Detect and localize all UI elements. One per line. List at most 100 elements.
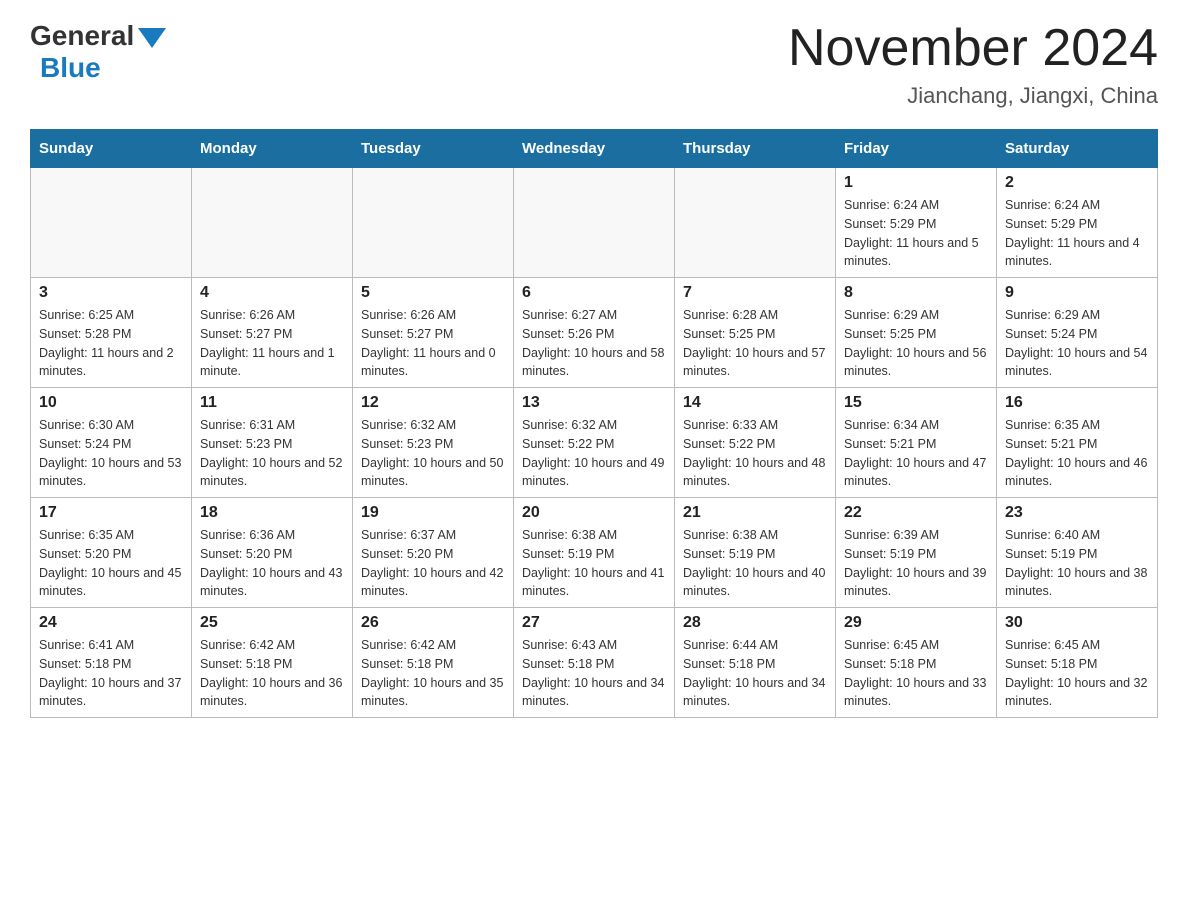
week-row-2: 3 Sunrise: 6:25 AMSunset: 5:28 PMDaylight… <box>31 278 1158 388</box>
day-detail: Sunrise: 6:28 AMSunset: 5:25 PMDaylight:… <box>683 306 827 381</box>
calendar-cell <box>31 168 192 278</box>
calendar-cell: 21 Sunrise: 6:38 AMSunset: 5:19 PMDayligh… <box>675 498 836 608</box>
day-detail: Sunrise: 6:45 AMSunset: 5:18 PMDaylight:… <box>844 636 988 711</box>
day-number: 7 <box>683 284 827 302</box>
col-sunday: Sunday <box>31 130 192 168</box>
day-number: 22 <box>844 504 988 522</box>
day-detail: Sunrise: 6:24 AMSunset: 5:29 PMDaylight:… <box>1005 196 1149 271</box>
calendar-cell: 13 Sunrise: 6:32 AMSunset: 5:22 PMDayligh… <box>514 388 675 498</box>
day-number: 19 <box>361 504 505 522</box>
day-detail: Sunrise: 6:44 AMSunset: 5:18 PMDaylight:… <box>683 636 827 711</box>
day-detail: Sunrise: 6:29 AMSunset: 5:24 PMDaylight:… <box>1005 306 1149 381</box>
day-detail: Sunrise: 6:41 AMSunset: 5:18 PMDaylight:… <box>39 636 183 711</box>
day-number: 21 <box>683 504 827 522</box>
day-number: 15 <box>844 394 988 412</box>
week-row-5: 24 Sunrise: 6:41 AMSunset: 5:18 PMDayligh… <box>31 608 1158 718</box>
day-detail: Sunrise: 6:27 AMSunset: 5:26 PMDaylight:… <box>522 306 666 381</box>
col-tuesday: Tuesday <box>353 130 514 168</box>
calendar-cell: 15 Sunrise: 6:34 AMSunset: 5:21 PMDayligh… <box>836 388 997 498</box>
calendar-cell <box>675 168 836 278</box>
day-number: 24 <box>39 614 183 632</box>
col-saturday: Saturday <box>997 130 1158 168</box>
day-number: 17 <box>39 504 183 522</box>
day-detail: Sunrise: 6:33 AMSunset: 5:22 PMDaylight:… <box>683 416 827 491</box>
calendar-cell: 4Sunrise: 6:26 AMSunset: 5:27 PMDaylight… <box>192 278 353 388</box>
day-number: 23 <box>1005 504 1149 522</box>
day-number: 8 <box>844 284 988 302</box>
calendar-cell <box>353 168 514 278</box>
day-detail: Sunrise: 6:24 AMSunset: 5:29 PMDaylight:… <box>844 196 988 271</box>
calendar-cell: 20Sunrise: 6:38 AMSunset: 5:19 PMDayligh… <box>514 498 675 608</box>
day-detail: Sunrise: 6:43 AMSunset: 5:18 PMDaylight:… <box>522 636 666 711</box>
day-detail: Sunrise: 6:45 AMSunset: 5:18 PMDaylight:… <box>1005 636 1149 711</box>
calendar-cell: 25 Sunrise: 6:42 AMSunset: 5:18 PMDayligh… <box>192 608 353 718</box>
day-number: 11 <box>200 394 344 412</box>
calendar-cell: 19 Sunrise: 6:37 AMSunset: 5:20 PMDayligh… <box>353 498 514 608</box>
day-number: 27 <box>522 614 666 632</box>
logo-general-text: General <box>30 20 134 52</box>
calendar-cell: 28 Sunrise: 6:44 AMSunset: 5:18 PMDayligh… <box>675 608 836 718</box>
calendar-cell: 16Sunrise: 6:35 AMSunset: 5:21 PMDayligh… <box>997 388 1158 498</box>
day-number: 9 <box>1005 284 1149 302</box>
day-detail: Sunrise: 6:32 AMSunset: 5:22 PMDaylight:… <box>522 416 666 491</box>
day-number: 13 <box>522 394 666 412</box>
calendar-cell: 9 Sunrise: 6:29 AMSunset: 5:24 PMDaylight… <box>997 278 1158 388</box>
calendar-cell: 7 Sunrise: 6:28 AMSunset: 5:25 PMDaylight… <box>675 278 836 388</box>
logo-blue-text: Blue <box>40 52 101 84</box>
calendar-table: Sunday Monday Tuesday Wednesday Thursday… <box>30 129 1158 718</box>
day-number: 2 <box>1005 174 1149 192</box>
calendar-cell: 12Sunrise: 6:32 AMSunset: 5:23 PMDayligh… <box>353 388 514 498</box>
col-thursday: Thursday <box>675 130 836 168</box>
day-number: 6 <box>522 284 666 302</box>
day-detail: Sunrise: 6:29 AMSunset: 5:25 PMDaylight:… <box>844 306 988 381</box>
logo-triangle-icon <box>138 28 166 48</box>
calendar-cell: 5 Sunrise: 6:26 AMSunset: 5:27 PMDaylight… <box>353 278 514 388</box>
calendar-header-row: Sunday Monday Tuesday Wednesday Thursday… <box>31 130 1158 168</box>
day-detail: Sunrise: 6:25 AMSunset: 5:28 PMDaylight:… <box>39 306 183 381</box>
col-wednesday: Wednesday <box>514 130 675 168</box>
day-detail: Sunrise: 6:37 AMSunset: 5:20 PMDaylight:… <box>361 526 505 601</box>
day-number: 29 <box>844 614 988 632</box>
calendar-cell: 26Sunrise: 6:42 AMSunset: 5:18 PMDayligh… <box>353 608 514 718</box>
calendar-cell: 23Sunrise: 6:40 AMSunset: 5:19 PMDayligh… <box>997 498 1158 608</box>
day-detail: Sunrise: 6:38 AMSunset: 5:19 PMDaylight:… <box>683 526 827 601</box>
day-number: 5 <box>361 284 505 302</box>
day-detail: Sunrise: 6:42 AMSunset: 5:18 PMDaylight:… <box>200 636 344 711</box>
calendar-cell: 8 Sunrise: 6:29 AMSunset: 5:25 PMDaylight… <box>836 278 997 388</box>
month-title: November 2024 <box>788 20 1158 77</box>
header: General Blue November 2024 Jianchang, Ji… <box>30 20 1158 109</box>
day-detail: Sunrise: 6:30 AMSunset: 5:24 PMDaylight:… <box>39 416 183 491</box>
calendar-cell: 11 Sunrise: 6:31 AMSunset: 5:23 PMDayligh… <box>192 388 353 498</box>
day-detail: Sunrise: 6:35 AMSunset: 5:21 PMDaylight:… <box>1005 416 1149 491</box>
day-number: 28 <box>683 614 827 632</box>
calendar-cell: 10 Sunrise: 6:30 AMSunset: 5:24 PMDayligh… <box>31 388 192 498</box>
calendar-cell <box>192 168 353 278</box>
day-detail: Sunrise: 6:26 AMSunset: 5:27 PMDaylight:… <box>361 306 505 381</box>
calendar-cell: 30Sunrise: 6:45 AMSunset: 5:18 PMDayligh… <box>997 608 1158 718</box>
day-number: 10 <box>39 394 183 412</box>
day-detail: Sunrise: 6:26 AMSunset: 5:27 PMDaylight:… <box>200 306 344 381</box>
week-row-3: 10 Sunrise: 6:30 AMSunset: 5:24 PMDayligh… <box>31 388 1158 498</box>
calendar-cell: 24 Sunrise: 6:41 AMSunset: 5:18 PMDayligh… <box>31 608 192 718</box>
day-number: 12 <box>361 394 505 412</box>
calendar-cell: 29 Sunrise: 6:45 AMSunset: 5:18 PMDayligh… <box>836 608 997 718</box>
day-detail: Sunrise: 6:35 AMSunset: 5:20 PMDaylight:… <box>39 526 183 601</box>
calendar-cell: 1Sunrise: 6:24 AMSunset: 5:29 PMDaylight… <box>836 168 997 278</box>
day-detail: Sunrise: 6:38 AMSunset: 5:19 PMDaylight:… <box>522 526 666 601</box>
day-detail: Sunrise: 6:31 AMSunset: 5:23 PMDaylight:… <box>200 416 344 491</box>
calendar-cell: 3 Sunrise: 6:25 AMSunset: 5:28 PMDaylight… <box>31 278 192 388</box>
day-detail: Sunrise: 6:36 AMSunset: 5:20 PMDaylight:… <box>200 526 344 601</box>
calendar-cell: 18 Sunrise: 6:36 AMSunset: 5:20 PMDayligh… <box>192 498 353 608</box>
calendar-cell: 6 Sunrise: 6:27 AMSunset: 5:26 PMDaylight… <box>514 278 675 388</box>
col-friday: Friday <box>836 130 997 168</box>
day-number: 18 <box>200 504 344 522</box>
day-number: 26 <box>361 614 505 632</box>
day-detail: Sunrise: 6:39 AMSunset: 5:19 PMDaylight:… <box>844 526 988 601</box>
day-number: 3 <box>39 284 183 302</box>
week-row-1: 1Sunrise: 6:24 AMSunset: 5:29 PMDaylight… <box>31 168 1158 278</box>
day-number: 14 <box>683 394 827 412</box>
calendar-cell: 2 Sunrise: 6:24 AMSunset: 5:29 PMDaylight… <box>997 168 1158 278</box>
day-detail: Sunrise: 6:34 AMSunset: 5:21 PMDaylight:… <box>844 416 988 491</box>
calendar-cell <box>514 168 675 278</box>
day-number: 25 <box>200 614 344 632</box>
